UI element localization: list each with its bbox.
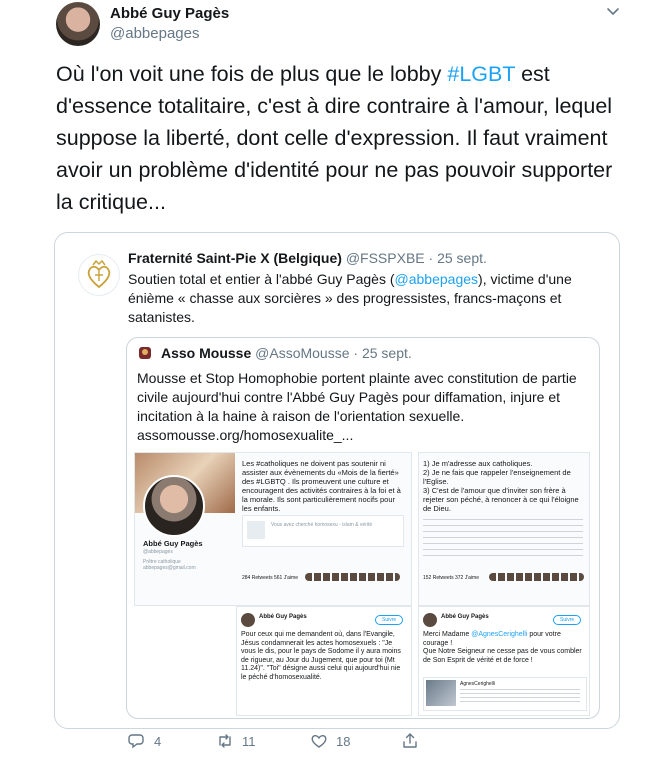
quoted-date: · 25 sept. <box>428 250 487 266</box>
s4-mention: @AgnesCerighelli <box>471 631 528 638</box>
screenshot-image-3[interactable]: Abbé Guy Pagès Suivre Pour ceux qui me d… <box>236 606 412 716</box>
inner-text-body: Mousse et Stop Homophobie portent plaint… <box>137 370 577 424</box>
screenshot-image-1[interactable]: Abbé Guy Pagès @abbepages Prêtre catholi… <box>134 452 412 606</box>
profile-bio: Prêtre catholique abbepages@gmail.com <box>143 559 196 571</box>
s4-avatar <box>423 613 437 627</box>
author-avatar[interactable] <box>56 2 100 46</box>
heart-icon <box>311 734 327 748</box>
reply-count: 4 <box>154 733 162 749</box>
mention-link[interactable]: @abbepages <box>395 271 479 287</box>
s3-avatar <box>241 613 255 627</box>
s4-reply-photo <box>426 680 456 706</box>
share-icon <box>403 733 417 748</box>
inner-link[interactable]: assomousse.org/homosexualite_... <box>137 427 353 443</box>
screenshot-1-text: Les #catholiques ne doivent pas soutenir… <box>242 459 401 513</box>
screenshot-2-stats: 152 Retweets 372 J'aime <box>423 575 479 581</box>
screenshot-image-2[interactable]: 1) Je m'adresse aux catholiques. 2) Je n… <box>418 452 590 606</box>
s3-follow-button: Suivre <box>375 615 404 625</box>
share-button[interactable] <box>401 732 419 750</box>
hashtag-link[interactable]: #LGBT <box>447 62 515 86</box>
link-card-title: Vous avez cherché homosexu - islam & vér… <box>271 522 373 528</box>
inner-date: · 25 sept. <box>353 345 412 361</box>
quoted-text-part: Soutien total et entier à l'abbé Guy Pag… <box>128 271 395 287</box>
profile-handle: @abbepages <box>143 549 173 555</box>
s3-name: Abbé Guy Pagès <box>259 614 307 620</box>
reply-button[interactable]: 4 <box>128 732 161 750</box>
author-name[interactable]: Abbé Guy Pagès <box>110 5 229 22</box>
screenshot-3-text: Pour ceux qui me demandent où, dans l'Ev… <box>241 631 401 681</box>
quoted-text: Soutien total et entier à l'abbé Guy Pag… <box>128 270 588 327</box>
profile-name: Abbé Guy Pagès <box>143 539 203 548</box>
inner-text: Mousse et Stop Homophobie portent plaint… <box>137 369 587 445</box>
link-card: Vous avez cherché homosexu - islam & vér… <box>242 515 404 547</box>
tweet-text-part: Où l'on voit une fois de plus que le lob… <box>56 62 448 86</box>
like-button[interactable]: 18 <box>310 732 350 750</box>
retweet-count: 11 <box>242 733 256 749</box>
tweet-text: Où l'on voit une fois de plus que le lob… <box>56 58 626 218</box>
s4-reply-lines <box>460 689 580 705</box>
quoted-author[interactable]: Fraternité Saint-Pie X (Belgique) @FSSPX… <box>128 250 487 266</box>
inner-author-name[interactable]: Asso Mousse <box>161 345 251 361</box>
chevron-down-icon[interactable] <box>606 4 620 18</box>
quoted-author-handle: @FSSPXBE <box>345 250 425 266</box>
screenshot-2-text: 1) Je m'adresse aux catholiques. 2) Je n… <box>423 459 579 513</box>
quoted-author-name[interactable]: Fraternité Saint-Pie X (Belgique) <box>128 250 342 266</box>
inner-author[interactable]: Asso Mousse @AssoMousse · 25 sept. <box>161 345 412 361</box>
link-card-thumb <box>247 521 265 539</box>
screenshot-4-text: Merci Madame @AgnesCerighelli pour votre… <box>423 631 585 665</box>
profile-photo <box>143 475 205 537</box>
retweet-icon <box>219 734 231 748</box>
action-bar: 4 11 18 <box>0 729 661 753</box>
s4-follow-button: Suivre <box>553 615 582 625</box>
s4-reply-name: AgnesCerighelli <box>460 681 496 687</box>
screenshot-1-stats: 284 Retweets 561 J'aime <box>242 575 298 581</box>
s4-text-part: Merci Madame <box>423 631 472 638</box>
screenshot-image-4[interactable]: Abbé Guy Pagès Suivre Merci Madame @Agne… <box>418 606 590 716</box>
author-handle[interactable]: @abbepages <box>110 25 199 42</box>
s4-reply-block: AgnesCerighelli <box>423 677 587 711</box>
retweet-button[interactable]: 11 <box>216 732 256 750</box>
embedded-tweet-block <box>423 519 583 561</box>
like-count: 18 <box>336 733 351 749</box>
asso-mousse-logo-icon <box>139 347 151 359</box>
liker-avatars-2 <box>489 573 584 581</box>
fsspx-logo-icon <box>78 254 120 296</box>
liker-avatars <box>305 573 400 581</box>
s4-name: Abbé Guy Pagès <box>441 614 489 620</box>
inner-author-handle: @AssoMousse <box>255 345 350 361</box>
reply-icon <box>128 734 144 749</box>
